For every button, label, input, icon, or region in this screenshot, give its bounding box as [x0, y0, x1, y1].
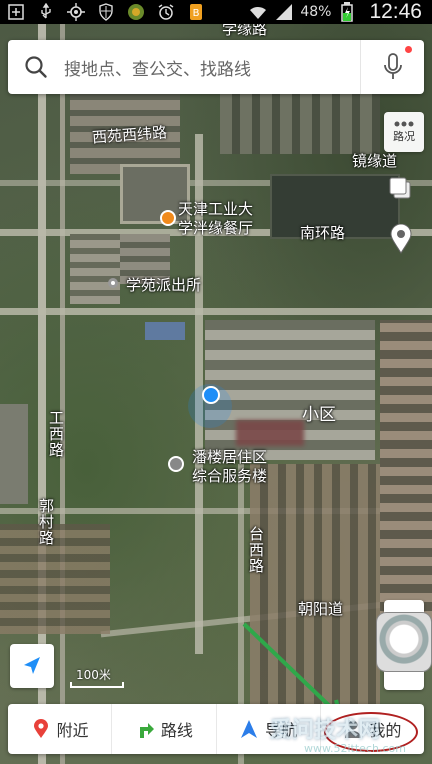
- signal-icon: [274, 2, 294, 22]
- traffic-label: 路况: [393, 130, 415, 143]
- wifi-icon: [248, 2, 268, 22]
- label-xueyuan-road: 学缘路: [222, 24, 268, 38]
- watermark: 爱问技术网 www.52ittech.com: [210, 692, 430, 764]
- label-gongxi: 工西路: [47, 410, 65, 458]
- usb-icon: [36, 2, 56, 22]
- residential-block: [380, 320, 432, 620]
- my-location-button[interactable]: [10, 644, 54, 688]
- layers-icon: [389, 177, 411, 199]
- gps-icon: [66, 2, 86, 22]
- label-community: 小区: [302, 405, 336, 425]
- voice-search-button[interactable]: [360, 40, 424, 94]
- watermark-text: 爱问技术网: [270, 718, 381, 743]
- locate-icon: [24, 657, 40, 674]
- road-horizontal-mid: [0, 308, 432, 315]
- status-bar: B 48% 12:46: [0, 0, 432, 24]
- label-university-2: 学泮缘餐厅: [178, 219, 254, 237]
- scale-text: 100米: [76, 668, 111, 682]
- label-panlou-2: 综合服务楼: [192, 467, 268, 485]
- alarm-icon: [156, 2, 176, 22]
- service-building-icon[interactable]: [168, 456, 184, 472]
- new-badge: [405, 46, 412, 53]
- pin-icon: [390, 223, 412, 254]
- label-panlou-1: 潘楼居住区: [192, 448, 268, 466]
- scale-bar: [70, 682, 124, 688]
- building-block: [70, 234, 120, 304]
- label-nanhuan: 南环路: [300, 224, 346, 242]
- route-arrow-icon: [135, 719, 155, 739]
- app-icon: [126, 2, 146, 22]
- watermark-url: www.52ittech.com: [304, 742, 406, 755]
- redacted-name: [236, 420, 304, 446]
- clock: 12:46: [369, 0, 422, 23]
- police-poi-icon[interactable]: [108, 278, 118, 288]
- nav-nearby[interactable]: 附近: [8, 704, 113, 754]
- building-block: [220, 84, 380, 154]
- compass-icon[interactable]: [376, 612, 432, 672]
- label-police: 学苑派出所: [126, 276, 202, 294]
- road-vertical-west-2: [60, 24, 65, 764]
- nav-nearby-label: 附近: [56, 721, 89, 740]
- notification-icon: B: [186, 2, 206, 22]
- nav-route-label: 路线: [160, 721, 193, 740]
- label-chaoyang: 朝阳道: [298, 600, 344, 618]
- blue-roof: [145, 322, 185, 340]
- map-scale: 100米: [66, 666, 128, 688]
- satellite-map[interactable]: 学缘路 西苑西纬路 镜缘道 天津工业大 学泮缘餐厅 南环路 学苑派出所 小区 工…: [0, 24, 432, 764]
- search-bar[interactable]: 搜地点、查公交、找路线: [8, 40, 424, 94]
- current-location-dot: [202, 386, 220, 404]
- location-marker-icon: [31, 719, 51, 739]
- nav-route[interactable]: 路线: [112, 704, 217, 754]
- search-input[interactable]: 搜地点、查公交、找路线: [64, 55, 360, 80]
- add-icon: [6, 2, 26, 22]
- search-icon[interactable]: [8, 40, 64, 94]
- label-university-1: 天津工业大: [178, 200, 254, 218]
- microphone-icon: [383, 53, 402, 79]
- battery-percent: 48%: [300, 4, 332, 20]
- restaurant-icon[interactable]: [160, 210, 176, 226]
- shield-icon: [96, 2, 116, 22]
- building-block: [0, 404, 28, 504]
- label-taixi: 台西路: [247, 526, 265, 574]
- label-guocun: 郭村路: [37, 498, 55, 546]
- layers-button[interactable]: [388, 176, 414, 202]
- battery-icon: [337, 2, 357, 22]
- traffic-button[interactable]: 路况: [384, 112, 424, 152]
- location-pin-button[interactable]: [390, 223, 412, 254]
- traffic-icon: [394, 121, 414, 127]
- svg-text:B: B: [193, 8, 200, 19]
- label-jingyuan: 镜缘道: [352, 152, 398, 170]
